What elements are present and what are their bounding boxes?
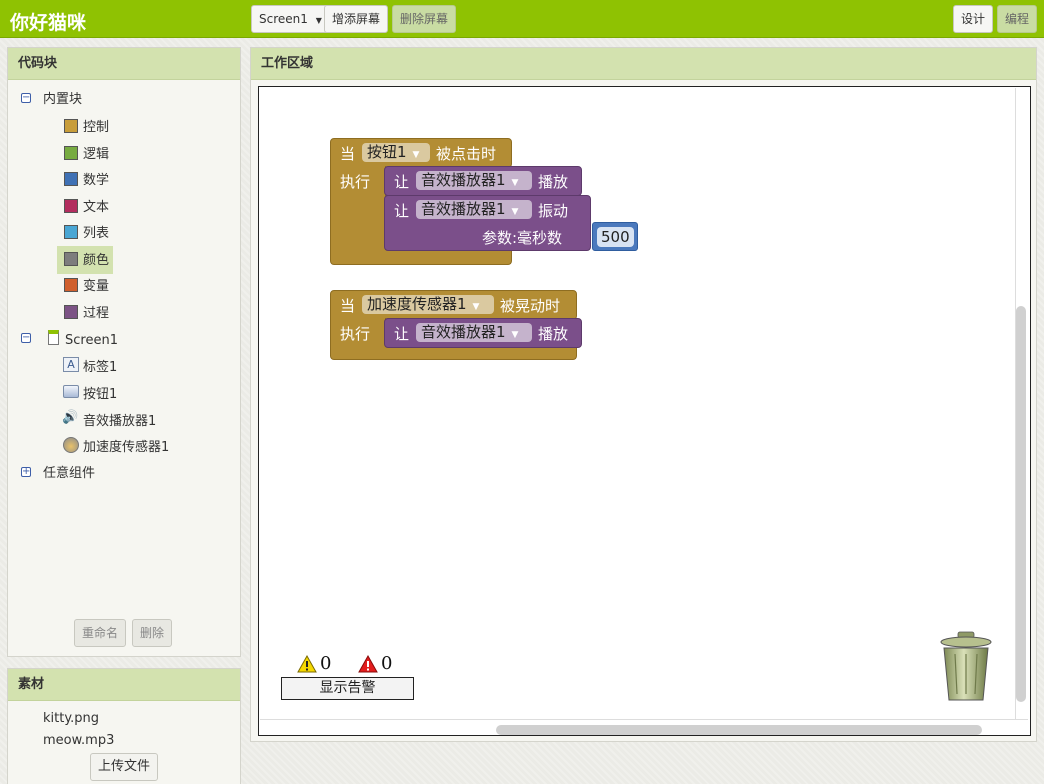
tree-screen1[interactable]: Screen1 — [65, 330, 118, 352]
category-color-swatch — [64, 278, 78, 292]
accelerometer-icon — [63, 437, 79, 453]
dropdown-value: 按钮1 — [367, 143, 407, 161]
app-title: 你好猫咪 — [10, 12, 87, 34]
delete-button[interactable]: 删除 — [132, 619, 173, 647]
block-method-label: 播放 — [538, 173, 569, 191]
remove-screen-button[interactable]: 删除屏幕 — [392, 5, 457, 33]
block-event-label: 被晃动时 — [500, 297, 561, 315]
button-icon — [63, 385, 79, 398]
speaker-icon: 🔊 — [62, 410, 79, 425]
block-method-label: 播放 — [538, 325, 569, 343]
category-color-swatch — [64, 119, 78, 133]
block-when-label: 当 — [340, 145, 356, 163]
error-icon — [358, 655, 378, 673]
dropdown-arrow-icon: ▼ — [412, 150, 420, 160]
category-color-swatch — [64, 172, 78, 186]
block-when-label: 当 — [340, 297, 356, 315]
tree-builtin[interactable]: 内置块 — [43, 89, 82, 111]
blocks-panel-title: 代码块 — [8, 48, 240, 80]
expand-any-component-toggle[interactable]: + — [21, 467, 31, 477]
block-method-label: 振动 — [538, 202, 569, 220]
error-count: 0 — [381, 653, 393, 674]
component-dropdown[interactable]: 音效播放器1 ▼ — [416, 323, 532, 342]
component-dropdown[interactable]: 音效播放器1 ▼ — [416, 171, 532, 190]
horizontal-scrollbar[interactable] — [496, 725, 982, 735]
add-screen-button[interactable]: 增添屏幕 — [324, 5, 389, 33]
dropdown-arrow-icon: ▼ — [511, 178, 519, 188]
trash-icon[interactable] — [938, 630, 994, 704]
category-color-swatch — [64, 198, 78, 213]
screen-select-label: Screen1 — [259, 12, 308, 26]
component-dropdown[interactable]: 按钮1 ▼ — [362, 143, 430, 162]
tree-category[interactable]: 颜色 — [83, 250, 109, 272]
tree-category[interactable]: 文本 — [83, 197, 109, 219]
screen-select[interactable]: Screen1 ▼ — [251, 5, 330, 33]
category-color-swatch — [64, 251, 78, 266]
tree-category[interactable]: 过程 — [83, 303, 109, 325]
tree-any-component[interactable]: 任意组件 — [43, 463, 95, 485]
media-panel-title: 素材 — [8, 669, 240, 701]
tree-component-label1[interactable]: 标签1 — [83, 357, 117, 379]
dropdown-arrow-icon: ▼ — [511, 207, 519, 217]
block-event-label: 被点击时 — [436, 145, 497, 163]
top-bar: 你好猫咪 Screen1 ▼ 增添屏幕 删除屏幕 设计 编程 — [0, 0, 1044, 38]
block-do-label: 执行 — [340, 325, 371, 343]
category-color-swatch — [64, 145, 78, 160]
media-file-item[interactable]: kitty.png — [43, 708, 99, 730]
tree-category[interactable]: 变量 — [83, 276, 109, 298]
blocks-editor-button[interactable]: 编程 — [997, 5, 1038, 33]
dropdown-arrow-icon: ▼ — [511, 330, 519, 340]
blocks-panel: 代码块 — [7, 47, 241, 657]
warning-count: 0 — [320, 653, 332, 674]
rename-button[interactable]: 重命名 — [74, 619, 127, 647]
dropdown-value: 加速度传感器1 — [367, 295, 467, 313]
category-color-swatch — [64, 304, 78, 319]
vertical-scrollbar[interactable] — [1016, 306, 1026, 702]
tree-category[interactable]: 数学 — [83, 170, 109, 192]
upload-file-button[interactable]: 上传文件 — [90, 753, 159, 781]
warning-icon — [297, 655, 317, 673]
dropdown-value: 音效播放器1 — [421, 171, 506, 189]
tree-category[interactable]: 列表 — [83, 223, 109, 245]
block-do-label: 执行 — [340, 173, 371, 191]
designer-button[interactable]: 设计 — [953, 5, 994, 33]
component-dropdown[interactable]: 音效播放器1 ▼ — [416, 200, 532, 219]
category-color-swatch — [64, 225, 78, 239]
collapse-screen-toggle[interactable]: − — [21, 333, 31, 343]
tree-category[interactable]: 控制 — [83, 117, 109, 139]
workspace-divider-h — [260, 719, 1028, 720]
dropdown-arrow-icon: ▼ — [472, 302, 480, 312]
chevron-down-icon: ▼ — [315, 16, 322, 25]
component-dropdown[interactable]: 加速度传感器1 ▼ — [362, 295, 494, 314]
number-field[interactable]: 500 — [597, 227, 634, 247]
tree-category[interactable]: 逻辑 — [83, 144, 109, 166]
block-let-label: 让 — [394, 325, 410, 343]
tree-component-button1[interactable]: 按钮1 — [83, 384, 117, 406]
block-let-label: 让 — [394, 173, 410, 191]
show-warnings-button[interactable]: 显示告警 — [281, 677, 414, 700]
dropdown-value: 音效播放器1 — [421, 323, 506, 341]
dropdown-value: 音效播放器1 — [421, 200, 506, 218]
block-param-label: 参数:毫秒数 — [482, 229, 563, 247]
label-icon: A — [63, 357, 79, 372]
collapse-builtin-toggle[interactable]: − — [21, 93, 31, 103]
block-let-label: 让 — [394, 202, 410, 220]
tree-component-accelerometer1[interactable]: 加速度传感器1 — [83, 437, 169, 459]
media-file-item[interactable]: meow.mp3 — [43, 730, 114, 752]
screen-icon — [48, 330, 59, 345]
tree-component-sound1[interactable]: 音效播放器1 — [83, 411, 156, 433]
workspace-title: 工作区域 — [251, 48, 1036, 80]
